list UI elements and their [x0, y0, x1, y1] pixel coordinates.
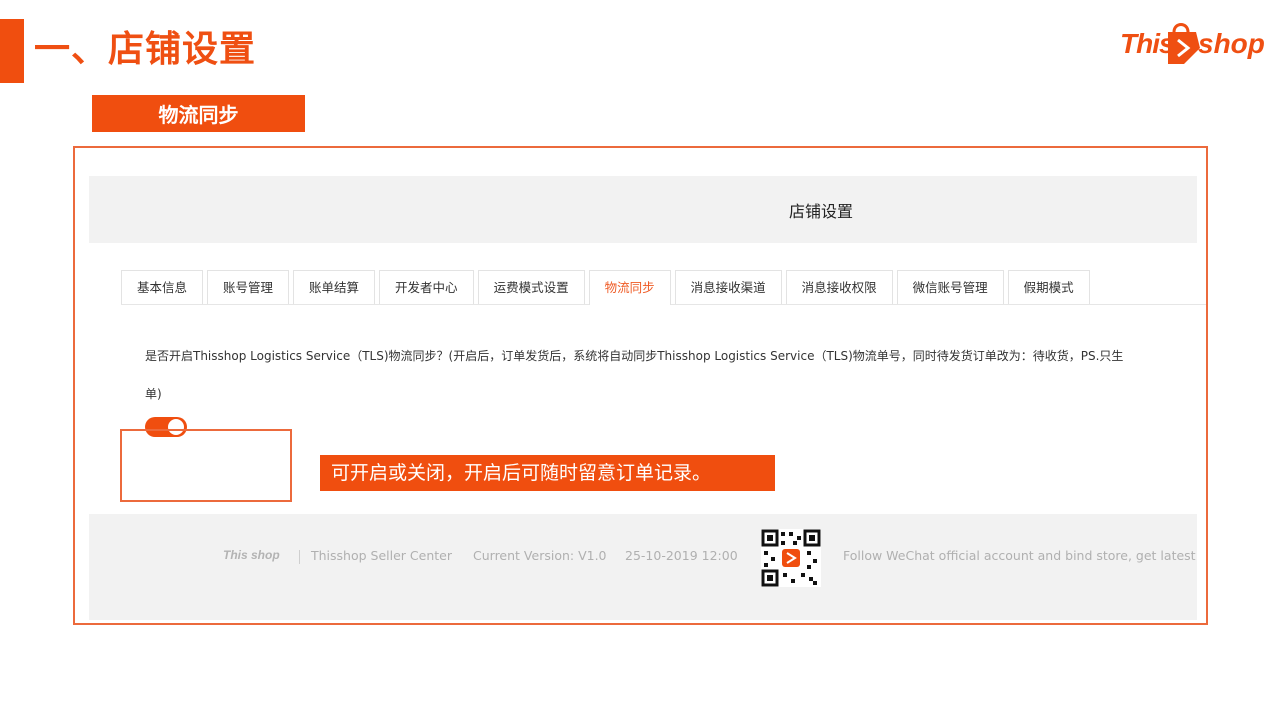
page-title: 店铺设置	[789, 202, 854, 221]
tab-holiday-mode[interactable]: 假期模式	[1007, 270, 1090, 304]
tab-basic-info[interactable]: 基本信息	[121, 270, 204, 304]
footer-divider	[299, 550, 300, 564]
tab-wechat-account[interactable]: 微信账号管理	[896, 270, 1004, 304]
footer-date: 25-10-2019 12:00	[625, 548, 738, 563]
tab-billing[interactable]: 账单结算	[293, 270, 376, 304]
logo-shop-text: shop	[1198, 28, 1265, 59]
toggle-highlight-box	[120, 429, 292, 502]
wechat-qr-code	[761, 529, 821, 587]
tab-message-permissions[interactable]: 消息接收权限	[785, 270, 893, 304]
thisshop-logo: This shop	[1120, 18, 1265, 70]
footer-center-name: Thisshop Seller Center	[311, 548, 452, 563]
page-header: 店铺设置	[89, 176, 1197, 243]
footer-follow-wechat: Follow WeChat official account and bind …	[843, 548, 1196, 563]
tls-sync-question: 是否开启Thisshop Logistics Service（TLS)物流同步？…	[145, 349, 1124, 363]
shopping-bag-icon	[1168, 23, 1200, 64]
settings-tabs: 基本信息 账号管理 账单结算 开发者中心 运费模式设置 物流同步 消息接收渠道 …	[121, 270, 1206, 305]
tab-shipping-mode[interactable]: 运费模式设置	[477, 270, 585, 304]
toggle-callout: 可开启或关闭，开启后可随时留意订单记录。	[320, 455, 775, 491]
tab-logistics-sync[interactable]: 物流同步	[588, 270, 671, 305]
seller-center-page: 店铺设置 基本信息 账号管理 账单结算 开发者中心 运费模式设置 物流同步 消息…	[89, 176, 1206, 620]
title-accent-bar	[0, 19, 24, 83]
section-label: 物流同步	[92, 95, 305, 132]
tab-message-channels[interactable]: 消息接收渠道	[674, 270, 782, 304]
tls-sync-question-cont: 单)	[145, 387, 162, 401]
footer-version: Current Version: V1.0	[473, 548, 607, 563]
slide-title: 一、店铺设置	[34, 29, 257, 70]
footer-logo: This shop	[223, 548, 280, 562]
page-footer: This shop Thisshop Seller Center Current…	[89, 514, 1197, 620]
tab-developer-center[interactable]: 开发者中心	[379, 270, 474, 304]
screenshot-frame: 店铺设置 基本信息 账号管理 账单结算 开发者中心 运费模式设置 物流同步 消息…	[73, 146, 1208, 625]
tab-account-management[interactable]: 账号管理	[207, 270, 290, 304]
